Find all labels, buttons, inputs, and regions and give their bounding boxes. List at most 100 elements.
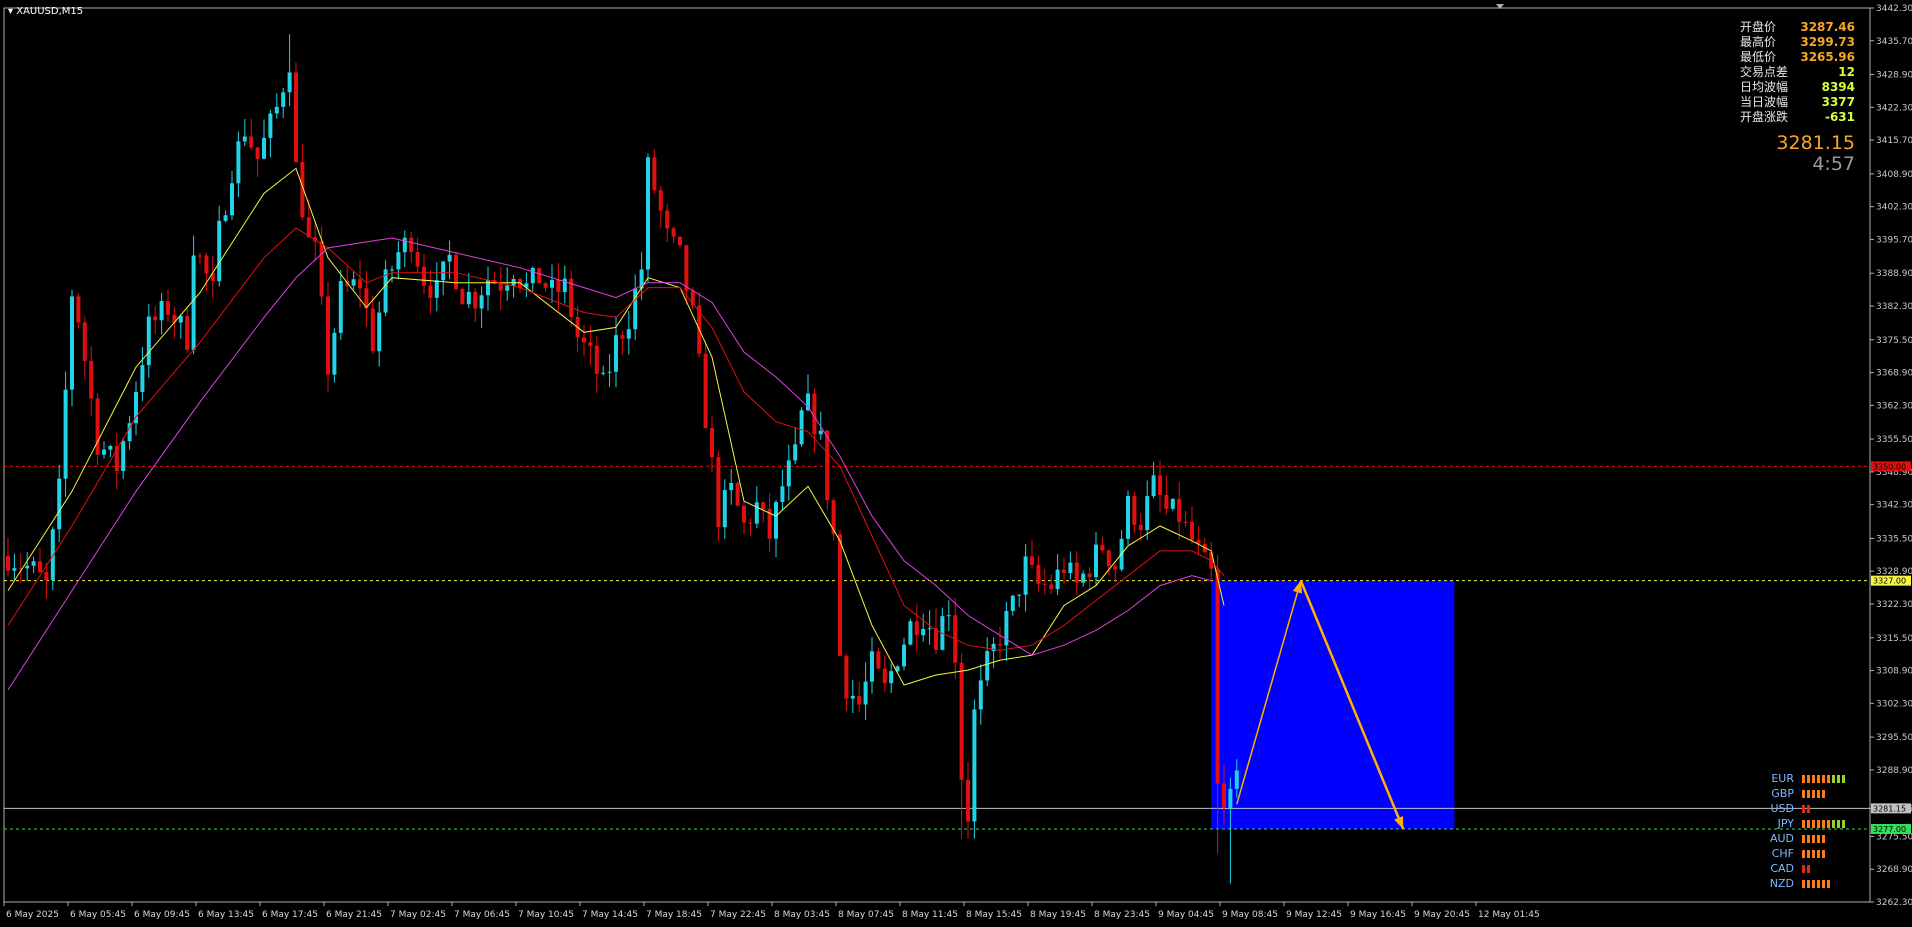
candle-body [217, 220, 222, 282]
candle-body [57, 478, 62, 530]
stat-row: 开盘价 3287.46 [1740, 20, 1855, 35]
candle-body [978, 680, 983, 710]
price-chart[interactable]: 3442.30 3435.70 3428.90 3422.30 3415.70 3408.… [0, 0, 1912, 927]
candle-body [1094, 544, 1098, 578]
candle-body [678, 236, 682, 246]
strength-bar [1802, 804, 1805, 813]
candle-body [146, 316, 151, 366]
candle-body [479, 295, 484, 309]
currency-name: JPY [1777, 817, 1794, 830]
stat-label: 开盘价 [1740, 20, 1777, 34]
strength-bar [1812, 789, 1815, 798]
strength-bar [1817, 849, 1820, 858]
x-tick-label: 7 May 06:45 [454, 910, 510, 920]
y-tick-label: 3315.50 [1876, 634, 1912, 644]
strength-bar [1827, 819, 1830, 828]
candle-body [735, 482, 740, 506]
stat-label: 最低价 [1740, 50, 1777, 64]
candle-body [390, 269, 394, 271]
candle-body [1183, 521, 1188, 523]
candle-body [748, 522, 753, 524]
strength-bar [1822, 819, 1825, 828]
candle-body [607, 371, 612, 373]
y-tick-label: 3295.50 [1876, 733, 1912, 743]
candle-body [466, 291, 471, 305]
symbol-label: XAUUSD,M15 [16, 6, 84, 17]
currency-row: USD [1768, 801, 1858, 816]
currency-row: CAD [1768, 861, 1858, 876]
x-tick-label: 9 May 12:45 [1286, 910, 1342, 920]
candle-body [121, 441, 126, 472]
strength-bar [1837, 774, 1840, 783]
currency-name: NZD [1769, 877, 1794, 890]
candle-body [95, 398, 100, 455]
candle-body [415, 252, 420, 267]
currency-row: JPY [1768, 816, 1858, 831]
price-level-label: 3277.00 [1873, 825, 1906, 834]
strength-bar [1817, 789, 1820, 798]
candle-body [710, 428, 714, 458]
candle-body [946, 615, 951, 617]
candle-body [1068, 562, 1073, 574]
symbol-dropdown-icon[interactable]: ▾ [8, 6, 13, 17]
candle-body [44, 571, 49, 581]
stat-value: 12 [1838, 65, 1855, 79]
candle-body [626, 329, 631, 339]
candle-body [850, 695, 855, 699]
candle-body [102, 449, 106, 455]
y-tick-label: 3415.70 [1876, 136, 1912, 146]
candle-body [230, 183, 234, 216]
x-tick-label: 6 May 2025 [6, 910, 59, 920]
y-tick-label: 3355.50 [1876, 435, 1912, 445]
strength-bar [1802, 864, 1805, 873]
currency-name: AUD [1769, 832, 1794, 845]
current-price: 3281.15 [1776, 132, 1855, 154]
x-tick-label: 7 May 14:45 [582, 910, 638, 920]
candle-body [754, 502, 759, 524]
x-tick-label: 6 May 05:45 [70, 910, 126, 920]
candle-body [166, 301, 170, 315]
candle-body [262, 137, 266, 159]
candle-body [1158, 475, 1162, 496]
chart-window[interactable]: 3442.30 3435.70 3428.90 3422.30 3415.70 3408.… [0, 0, 1912, 927]
strength-bar [1832, 819, 1835, 828]
y-tick-label: 3268.90 [1876, 865, 1912, 875]
candle-body [1190, 521, 1194, 540]
candle-body [594, 345, 599, 374]
strength-bar [1812, 879, 1815, 888]
strength-bars [1802, 804, 1810, 813]
candle-body [889, 671, 894, 684]
candle-body [556, 279, 561, 292]
currency-name: GBP [1771, 787, 1794, 800]
candle-body [6, 555, 10, 571]
x-tick-label: 8 May 19:45 [1030, 910, 1086, 920]
strength-bar [1807, 834, 1810, 843]
candle-body [729, 482, 734, 491]
strength-bars [1802, 789, 1825, 798]
x-tick-label: 7 May 18:45 [646, 910, 702, 920]
candle-body [934, 628, 938, 650]
strength-bar [1817, 879, 1820, 888]
candle-body [332, 332, 337, 375]
candle-body [799, 410, 804, 445]
plot-frame [3, 7, 1871, 903]
candle-body [780, 486, 785, 503]
strength-bar [1827, 879, 1830, 888]
candle-body [1081, 573, 1086, 583]
x-tick-label: 6 May 17:45 [262, 910, 318, 920]
candle-body [50, 529, 55, 581]
candle-body [703, 353, 708, 429]
price-level-label: 3350.00 [1873, 462, 1906, 471]
candle-timer: 4:57 [1812, 153, 1855, 175]
candle-body [761, 502, 766, 509]
symbol-title: ▾ XAUUSD,M15 [8, 6, 83, 17]
currency-row: CHF [1768, 846, 1858, 861]
candle-body [537, 267, 542, 284]
strength-bars [1802, 864, 1810, 873]
candle-body [966, 779, 970, 822]
stat-row: 当日波幅 3377 [1740, 95, 1855, 110]
candle-body [1113, 566, 1118, 570]
x-tick-label: 6 May 13:45 [198, 910, 254, 920]
candle-body [454, 254, 458, 290]
candle-body [825, 430, 830, 501]
